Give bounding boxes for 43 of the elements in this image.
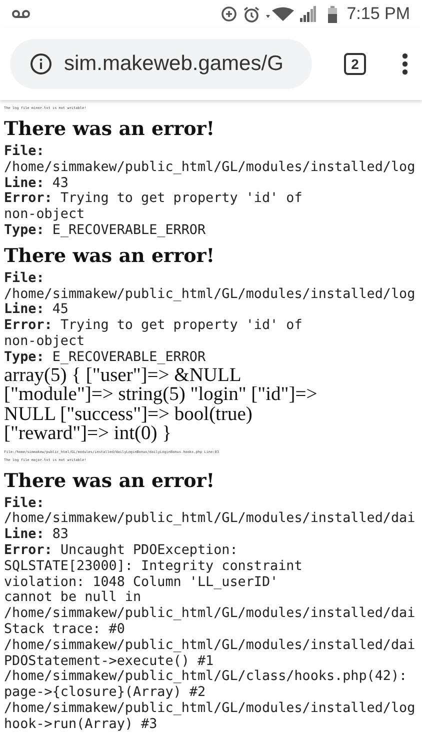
error-type: Type: E_RECOVERABLE_ERROR xyxy=(4,350,207,366)
url-text: sim.makeweb.games/G xyxy=(64,52,284,76)
wifi-icon xyxy=(266,7,294,21)
alarm-icon xyxy=(242,6,260,22)
variable-dump: array(5) { ["user"]=> &NULL ["module"]=> string(5) "login" ["id"]=> NULL ["success"]=> bool(true) ["reward"]=> int(0) } xyxy=(4,366,318,444)
error-message-line: /home/simmakew/public_html/GL/modules/installed/dai xyxy=(4,638,416,654)
error-message-line: /home/simmakew/public_html/GL/modules/installed/dai xyxy=(4,606,416,622)
file-path: /home/simmakew/public_html/GL/modules/installed/dai xyxy=(4,511,416,527)
error-message-line: violation: 1048 Column 'LL_userID' xyxy=(4,574,280,590)
error-message-line: Error: Trying to get property 'id' of xyxy=(4,191,304,208)
field-label: File: xyxy=(4,144,46,160)
error-heading: There was an error! xyxy=(4,470,216,492)
error-message-line: page->{closure}(Array) #2 xyxy=(4,685,207,701)
voicemail-icon xyxy=(12,9,30,19)
tab-count-button[interactable]: 2 xyxy=(344,53,366,75)
line-info: Line: 83 xyxy=(4,527,70,543)
line-info: Line: 45 xyxy=(4,302,70,318)
error-message-line: non-object xyxy=(4,334,86,350)
error-heading: There was an error! xyxy=(4,244,216,267)
error-message-line: /home/simmakew/public_html/GL/class/hooks.php(42): xyxy=(4,669,408,686)
error-message-line: cannot be null in xyxy=(4,590,142,606)
error-message-line: Error: Uncaught PDOException: xyxy=(4,542,239,559)
field-label: File: xyxy=(4,496,46,512)
clock-time: 7:15 PM xyxy=(346,4,410,24)
error-message-line: Stack trace: #0 xyxy=(4,622,126,638)
error-message-line: Error: Trying to get property 'id' of xyxy=(4,318,304,334)
menu-icon xyxy=(402,53,408,75)
error-message-line: non-object xyxy=(4,207,86,223)
battery-icon xyxy=(328,6,337,22)
data-saver-icon xyxy=(220,6,237,22)
error-type: Type: E_RECOVERABLE_ERROR xyxy=(4,222,207,239)
line-info: Line: 43 xyxy=(4,176,70,192)
info-icon xyxy=(30,53,52,75)
error-message-line: PDOStatement->execute() #1 xyxy=(4,654,215,670)
error-message-line: hook->run(Array) #3 xyxy=(4,716,158,733)
error-message-line: /home/simmakew/public_html/GL/modules/installed/log xyxy=(4,700,416,717)
error-message-line: SQLSTATE[23000]: Integrity constraint xyxy=(4,558,304,575)
signal-icon xyxy=(300,6,316,22)
file-path: /home/simmakew/public_html/GL/modules/installed/log xyxy=(4,286,416,302)
field-label: File: xyxy=(4,270,46,287)
file-path: /home/simmakew/public_html/GL/modules/installed/log xyxy=(4,160,416,176)
address-bar[interactable]: sim.makeweb.games/G xyxy=(10,39,312,89)
error-heading: There was an error! xyxy=(4,118,216,140)
